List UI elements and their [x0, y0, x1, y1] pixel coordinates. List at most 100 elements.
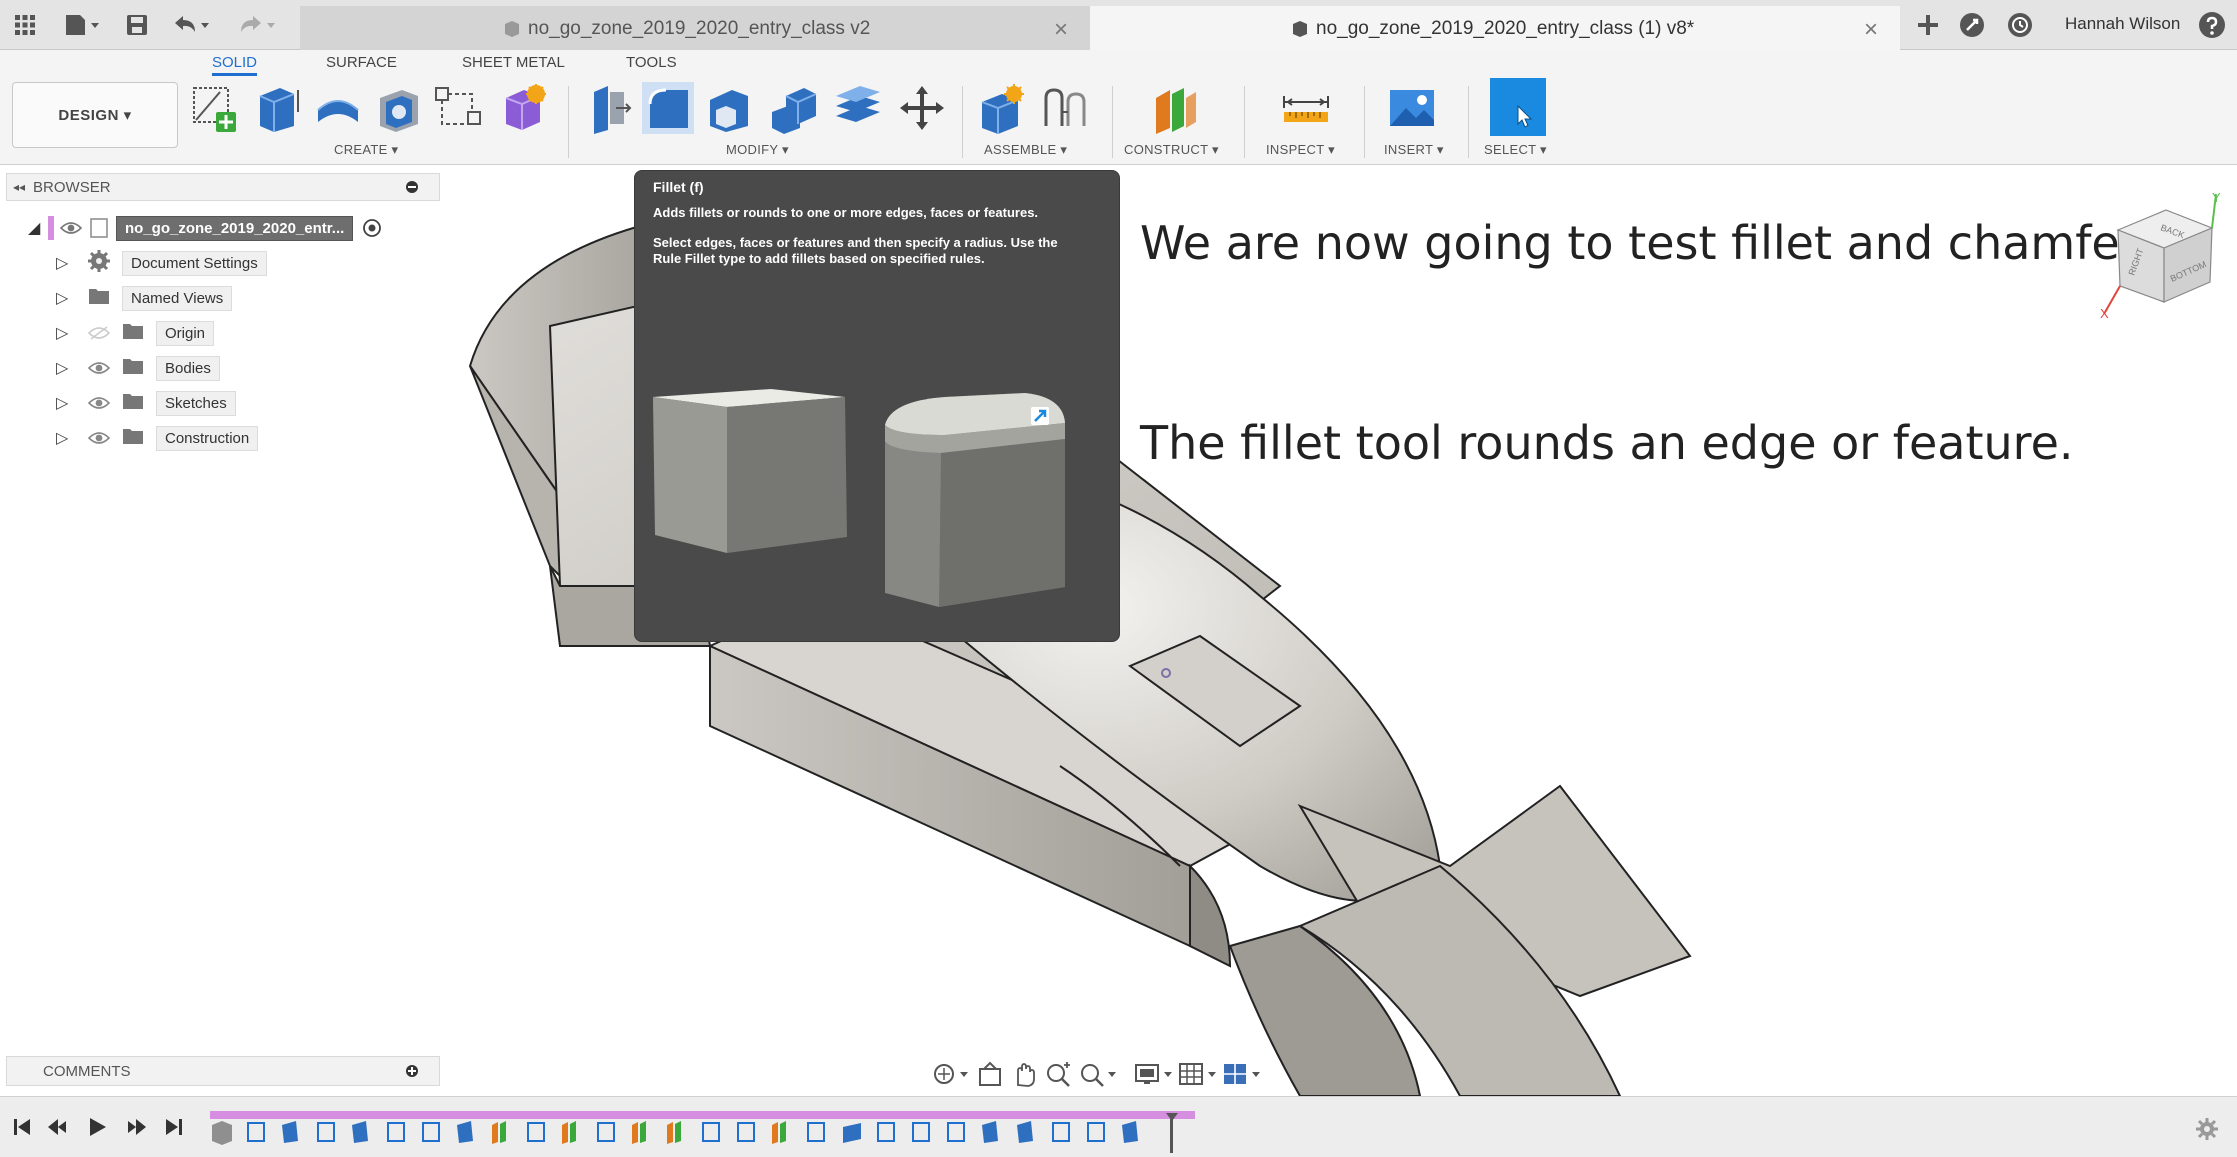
move-copy-icon[interactable]: [896, 82, 948, 134]
assemble-menu[interactable]: ASSEMBLE ▾: [984, 142, 1067, 158]
tab-close-icon[interactable]: ×: [1054, 16, 1068, 44]
derive-icon[interactable]: [496, 82, 548, 134]
select-menu[interactable]: SELECT ▾: [1484, 142, 1547, 158]
timeline-extrude[interactable]: [1122, 1121, 1138, 1143]
tab-document-v2[interactable]: no_go_zone_2019_2020_entry_class v2 ×: [300, 6, 1090, 50]
go-to-start-icon[interactable]: [14, 1119, 30, 1135]
job-status-icon[interactable]: [2004, 10, 2036, 40]
view-cube[interactable]: BACK RIGHT BOTTOM Y X: [2100, 190, 2230, 320]
grid-settings-icon[interactable]: [1176, 1059, 1220, 1089]
expand-arrow-icon[interactable]: ▷: [56, 393, 88, 413]
orbit-icon[interactable]: [930, 1059, 974, 1089]
timeline-sketch[interactable]: [317, 1122, 335, 1142]
browser-item-document-settings[interactable]: ▷ Document Settings: [56, 249, 267, 277]
timeline-sketch[interactable]: [737, 1122, 755, 1142]
shell-icon[interactable]: [372, 82, 424, 134]
inspect-menu[interactable]: INSPECT ▾: [1266, 142, 1335, 158]
timeline-plane[interactable]: [632, 1121, 646, 1144]
browser-panel-header[interactable]: ◂◂ BROWSER: [6, 173, 440, 201]
step-forward-icon[interactable]: [128, 1119, 146, 1135]
browser-item-origin[interactable]: ▷ Origin: [56, 319, 215, 347]
measure-icon[interactable]: [1280, 82, 1332, 134]
timeline-sketch[interactable]: [527, 1122, 545, 1142]
offset-plane-icon[interactable]: [1150, 82, 1202, 134]
display-settings-icon[interactable]: [1132, 1059, 1176, 1089]
create-form-icon[interactable]: [432, 82, 484, 134]
construct-menu[interactable]: CONSTRUCT ▾: [1124, 142, 1219, 158]
zoom-icon[interactable]: [1042, 1059, 1076, 1089]
redo-icon[interactable]: [236, 12, 280, 38]
timeline-shell[interactable]: [843, 1123, 861, 1143]
add-comment-icon[interactable]: [405, 1064, 419, 1082]
timeline-sketch[interactable]: [807, 1122, 825, 1142]
visibility-eye-icon[interactable]: [60, 220, 82, 236]
timeline-feature-start[interactable]: [212, 1121, 232, 1145]
timeline-sketch[interactable]: [877, 1122, 895, 1142]
joint-icon[interactable]: [1040, 82, 1092, 134]
visibility-eye-icon[interactable]: [88, 430, 110, 446]
timeline-sketch[interactable]: [387, 1122, 405, 1142]
file-menu-icon[interactable]: [62, 12, 102, 38]
go-to-end-icon[interactable]: [166, 1119, 182, 1135]
hidden-eye-icon[interactable]: [88, 325, 110, 341]
press-pull-icon[interactable]: [582, 82, 634, 134]
timeline-plane[interactable]: [562, 1121, 576, 1144]
new-component-icon[interactable]: [976, 82, 1028, 134]
expand-arrow-icon[interactable]: ◢: [28, 218, 48, 238]
play-icon[interactable]: [90, 1118, 106, 1136]
browser-root-node[interactable]: ◢ no_go_zone_2019_2020_entr...: [28, 214, 383, 242]
tab-document-v8[interactable]: no_go_zone_2019_2020_entry_class (1) v8*…: [1090, 6, 1900, 50]
timeline-plane[interactable]: [772, 1121, 786, 1144]
browser-item-construction[interactable]: ▷ Construction: [56, 424, 259, 452]
insert-menu[interactable]: INSERT ▾: [1384, 142, 1444, 158]
design-workspace-button[interactable]: DESIGN ▾: [12, 82, 178, 148]
viewports-icon[interactable]: [1220, 1059, 1264, 1089]
timeline-extrude[interactable]: [282, 1121, 298, 1143]
timeline-sketch[interactable]: [247, 1122, 265, 1142]
extrude-icon[interactable]: [250, 82, 302, 134]
visibility-eye-icon[interactable]: [88, 360, 110, 376]
timeline-settings-icon[interactable]: [2195, 1117, 2219, 1141]
save-icon[interactable]: [124, 12, 150, 38]
timeline-sketch[interactable]: [947, 1122, 965, 1142]
undo-icon[interactable]: [170, 12, 214, 38]
collapse-panel-icon[interactable]: ◂◂: [13, 180, 25, 194]
expand-arrow-icon[interactable]: ▷: [56, 358, 88, 378]
tab-tools[interactable]: TOOLS: [626, 54, 677, 71]
comments-panel[interactable]: COMMENTS: [6, 1056, 440, 1086]
modify-menu[interactable]: MODIFY ▾: [726, 142, 789, 158]
new-tab-icon[interactable]: [1912, 10, 1944, 40]
expand-arrow-icon[interactable]: ▷: [56, 323, 88, 343]
browser-item-sketches[interactable]: ▷ Sketches: [56, 389, 236, 417]
visibility-eye-icon[interactable]: [88, 395, 110, 411]
fillet-icon[interactable]: [642, 82, 694, 134]
browser-item-named-views[interactable]: ▷ Named Views: [56, 284, 233, 312]
timeline-plane[interactable]: [667, 1121, 681, 1144]
expand-arrow-icon[interactable]: ▷: [56, 428, 88, 448]
user-name[interactable]: Hannah Wilson: [2065, 14, 2180, 34]
timeline-sketch[interactable]: [702, 1122, 720, 1142]
pan-hand-icon[interactable]: [1008, 1059, 1042, 1089]
chamfer-icon[interactable]: [702, 82, 754, 134]
timeline-sketch[interactable]: [597, 1122, 615, 1142]
tab-sheet-metal[interactable]: SHEET METAL: [462, 54, 565, 71]
app-grid-icon[interactable]: [12, 12, 38, 38]
look-at-icon[interactable]: [974, 1059, 1008, 1089]
timeline-extrude[interactable]: [457, 1121, 473, 1143]
expand-arrow-icon[interactable]: ▷: [56, 253, 88, 273]
expand-arrow-icon[interactable]: ▷: [56, 288, 88, 308]
browser-pin-icon[interactable]: [405, 180, 419, 198]
insert-image-icon[interactable]: [1386, 82, 1438, 134]
timeline-sketch[interactable]: [1087, 1122, 1105, 1142]
select-icon[interactable]: [1490, 78, 1546, 136]
timeline-marker[interactable]: [1166, 1113, 1178, 1153]
tab-surface[interactable]: SURFACE: [326, 54, 397, 71]
timeline-plane[interactable]: [492, 1121, 506, 1144]
browser-item-bodies[interactable]: ▷ Bodies: [56, 354, 220, 382]
fit-icon[interactable]: [1076, 1059, 1120, 1089]
combine-icon[interactable]: [768, 82, 820, 134]
step-back-icon[interactable]: [48, 1119, 66, 1135]
create-sketch-icon[interactable]: [190, 82, 242, 134]
activate-radio-icon[interactable]: [361, 217, 383, 239]
timeline-sketch[interactable]: [422, 1122, 440, 1142]
